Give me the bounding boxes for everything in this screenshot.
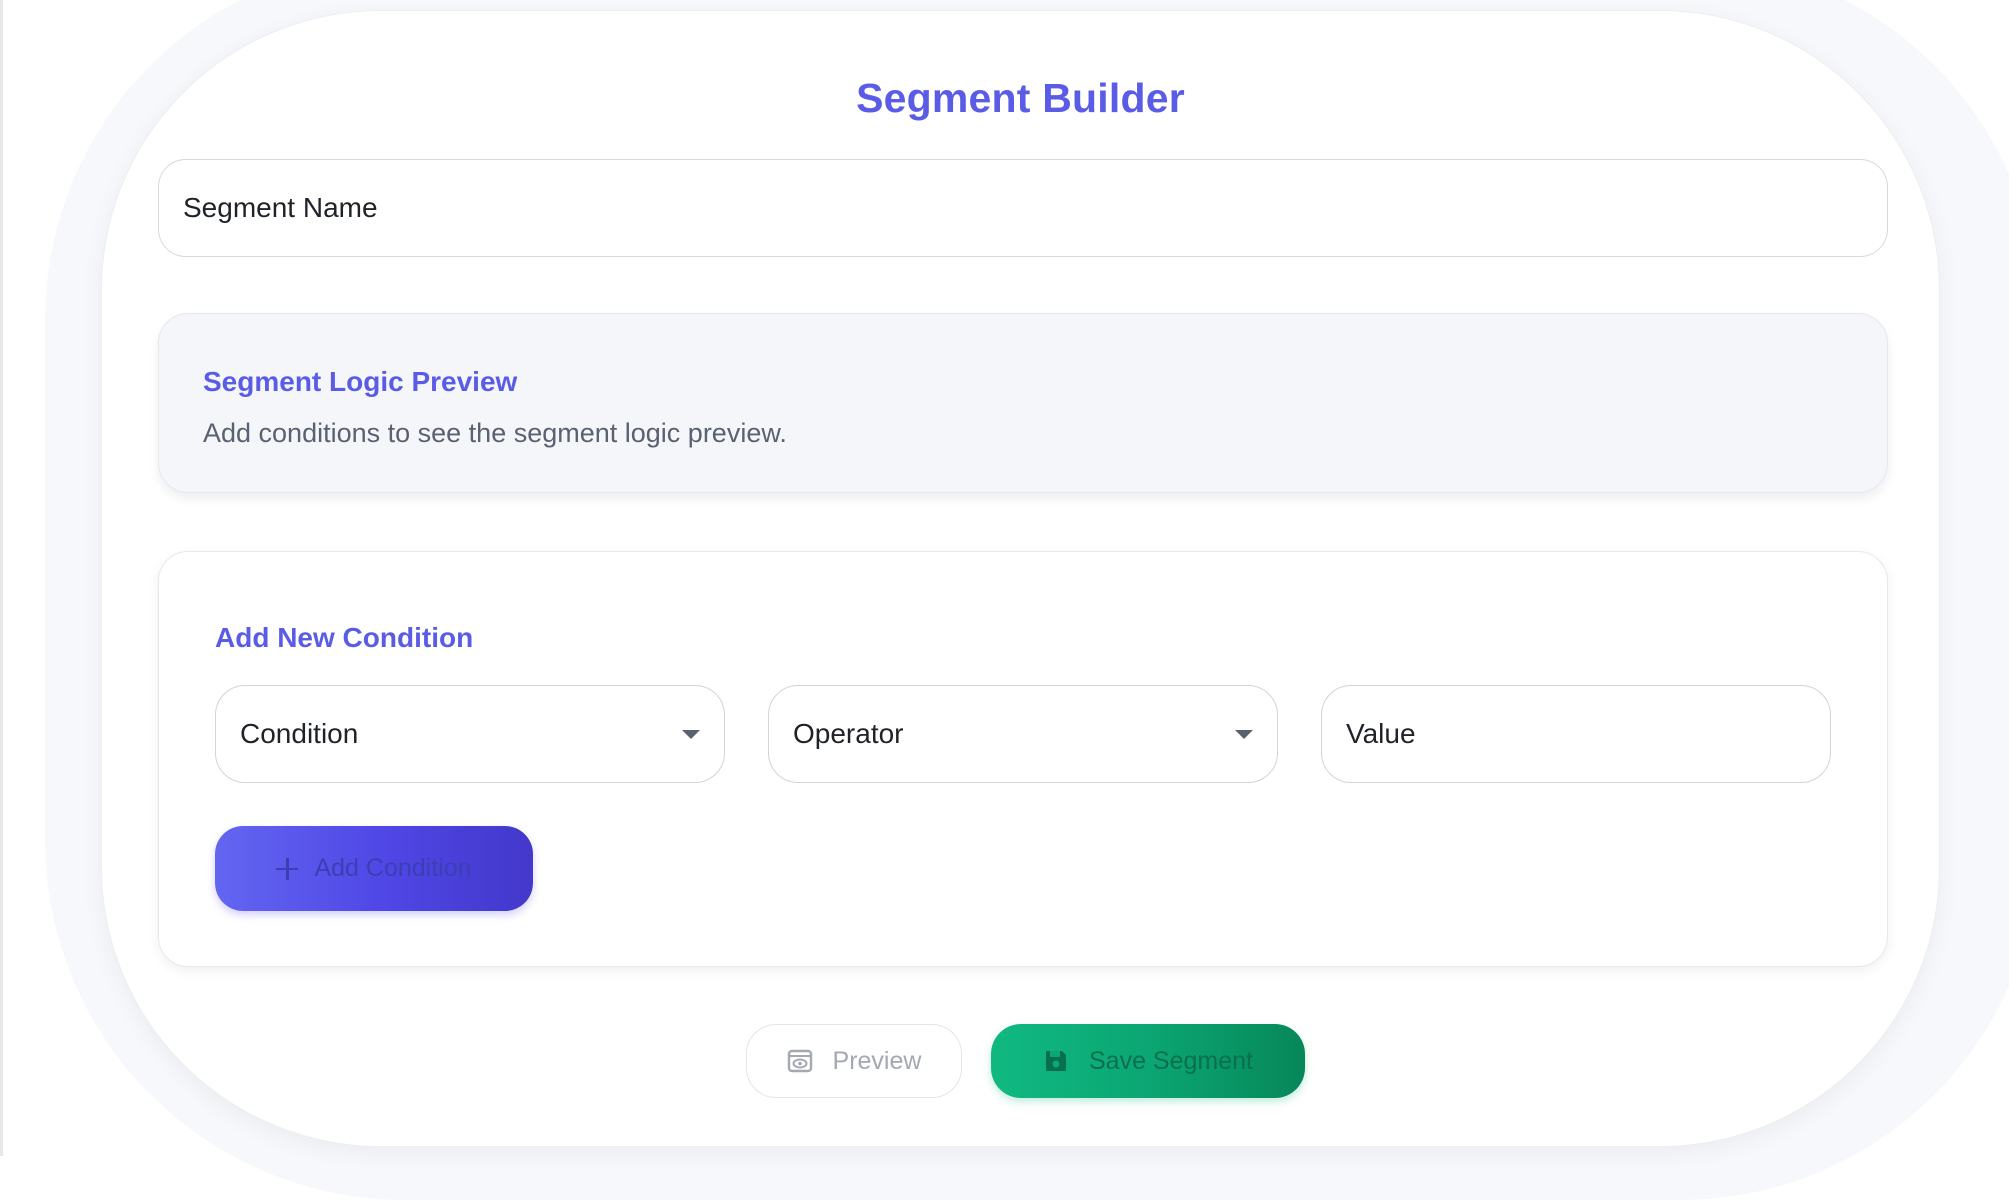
preview-button[interactable]: Preview — [746, 1024, 962, 1098]
preview-panel-title: Segment Logic Preview — [203, 366, 518, 397]
chevron-down-icon — [682, 729, 700, 739]
page-title: Segment Builder — [856, 75, 1185, 121]
save-segment-label: Save Segment — [1089, 1046, 1253, 1075]
preview-empty-text: Add conditions to see the segment logic … — [203, 418, 787, 448]
save-segment-button[interactable]: Save Segment — [991, 1024, 1305, 1098]
plus-icon — [276, 857, 299, 880]
segment-builder-card: Segment Builder Segment Logic Preview Ad… — [101, 10, 1940, 1147]
segment-name-input[interactable] — [158, 159, 1888, 257]
operator-select[interactable]: Operator — [768, 685, 1278, 783]
chevron-down-icon — [1235, 729, 1253, 739]
add-condition-title: Add New Condition — [215, 622, 474, 653]
page-edge — [0, 0, 3, 1156]
preview-button-label: Preview — [832, 1046, 922, 1075]
operator-select-value: Operator — [793, 718, 904, 749]
add-condition-button[interactable]: Add Condition — [215, 826, 533, 911]
segment-logic-preview-panel: Segment Logic Preview Add conditions to … — [158, 313, 1888, 493]
floppy-disk-icon — [1046, 1051, 1066, 1071]
value-input[interactable]: Value — [1321, 685, 1831, 783]
add-condition-label: Add Condition — [314, 854, 472, 882]
add-condition-panel: Add New Condition Condition Operator Val… — [158, 551, 1888, 967]
eye-icon — [787, 1049, 812, 1073]
value-input-placeholder: Value — [1346, 718, 1416, 749]
condition-select[interactable]: Condition — [215, 685, 725, 783]
condition-select-value: Condition — [240, 718, 359, 749]
